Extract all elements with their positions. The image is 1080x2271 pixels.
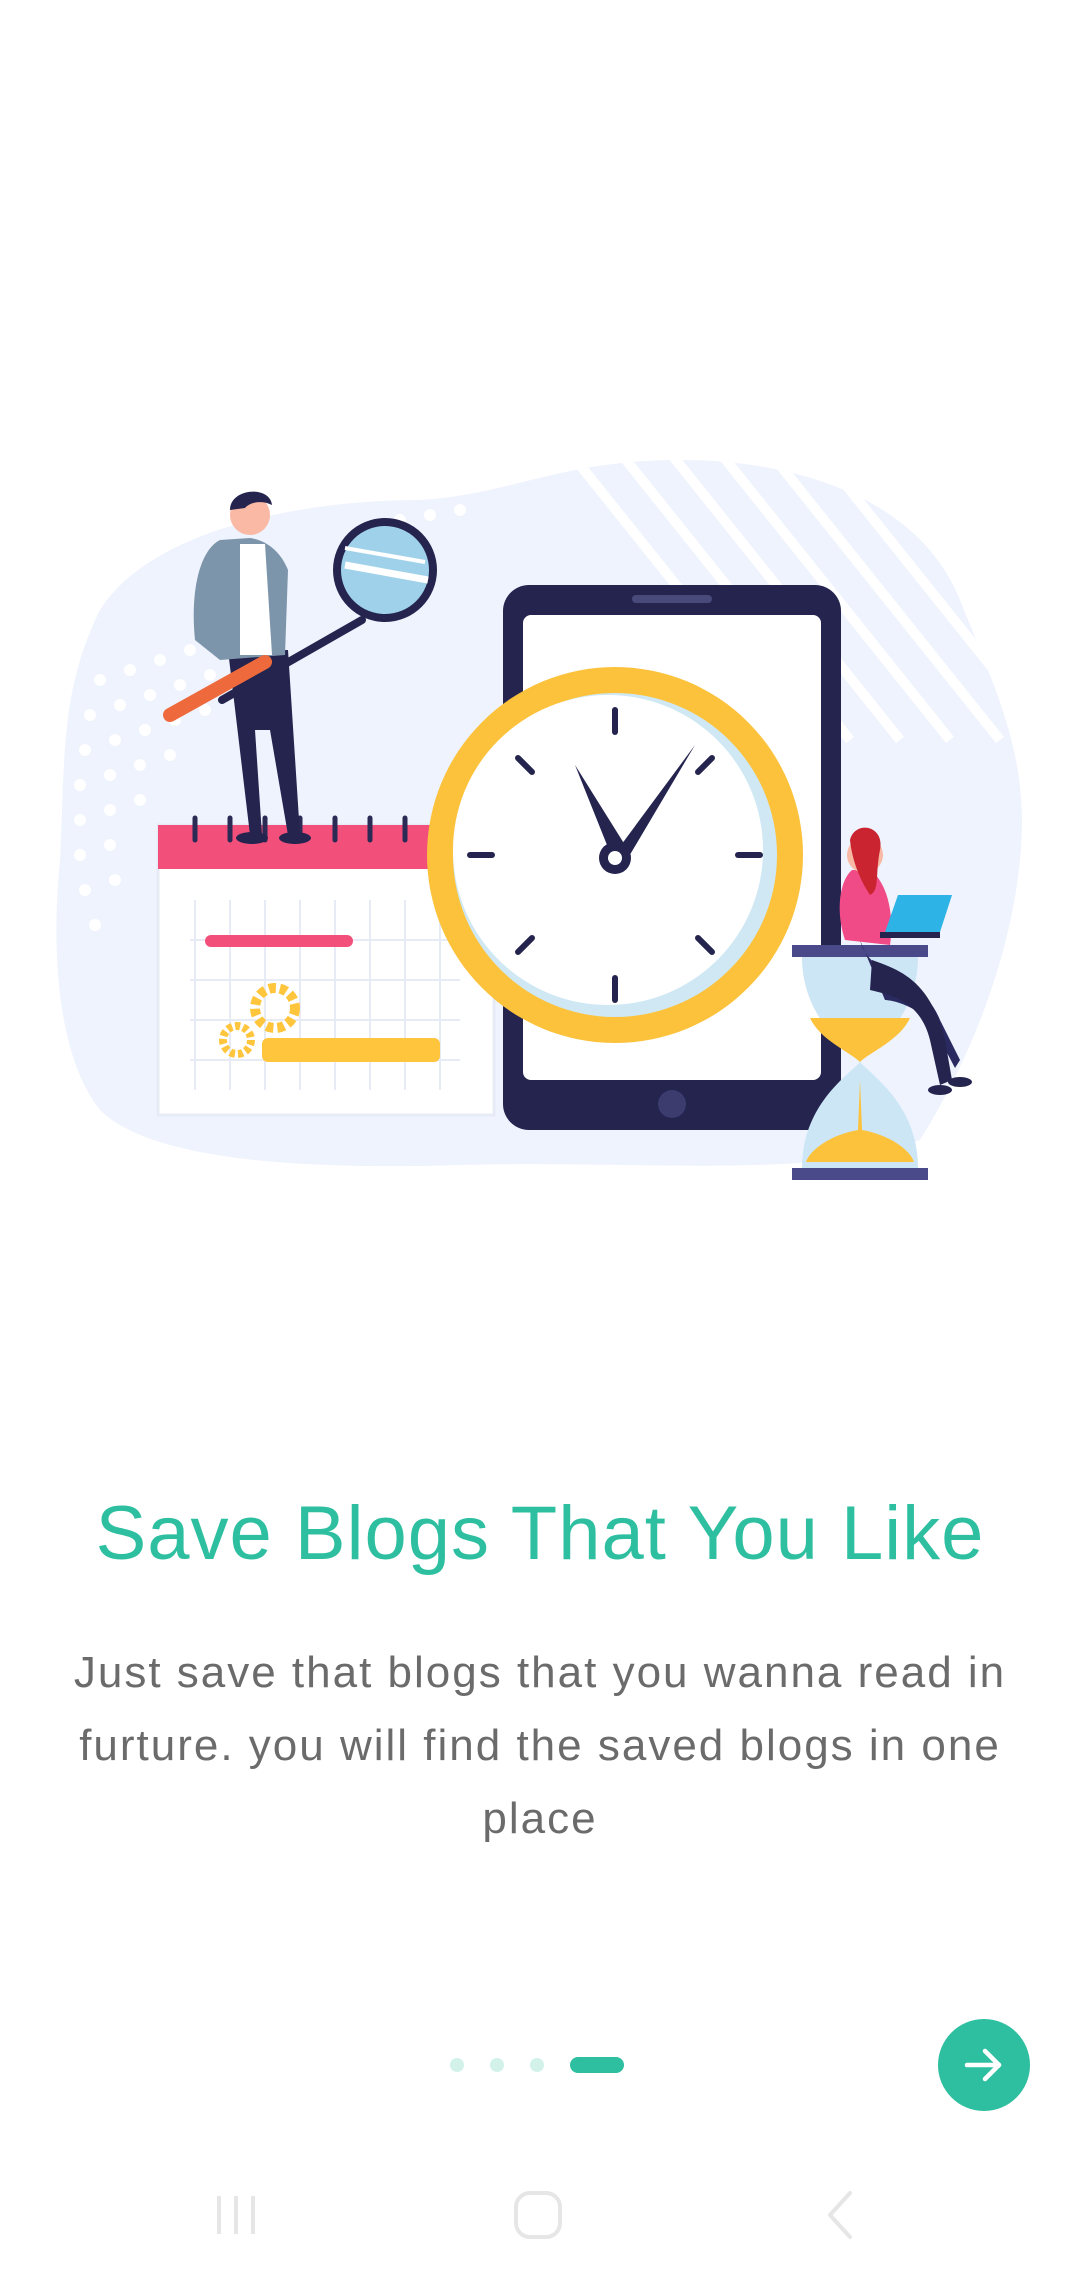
page-indicator-dot-3[interactable] [530, 2058, 544, 2072]
page-indicator-dot-2[interactable] [490, 2058, 504, 2072]
onboarding-screen: Save Blogs That You Like Just save that … [0, 0, 1080, 2271]
page-title: Save Blogs That You Like [95, 1491, 985, 1576]
arrow-right-icon [964, 2048, 1002, 2082]
page-indicator-dot-1[interactable] [450, 2058, 464, 2072]
page-indicator-dot-4-active[interactable] [570, 2057, 624, 2073]
onboarding-illustration [56, 460, 1022, 1180]
next-button[interactable] [938, 2019, 1030, 2111]
page-description: Just save that blogs that you wanna read… [73, 1648, 1007, 1843]
system-navigation-bar [0, 2160, 1080, 2271]
clock-graphic [427, 667, 803, 1043]
recents-icon [217, 2196, 255, 2234]
nav-recents-button[interactable] [196, 2182, 276, 2248]
nav-home-button[interactable] [498, 2182, 578, 2248]
nav-back-button[interactable] [800, 2182, 880, 2248]
home-icon [514, 2191, 562, 2239]
page-indicator [450, 2055, 624, 2075]
back-icon [828, 2191, 852, 2239]
